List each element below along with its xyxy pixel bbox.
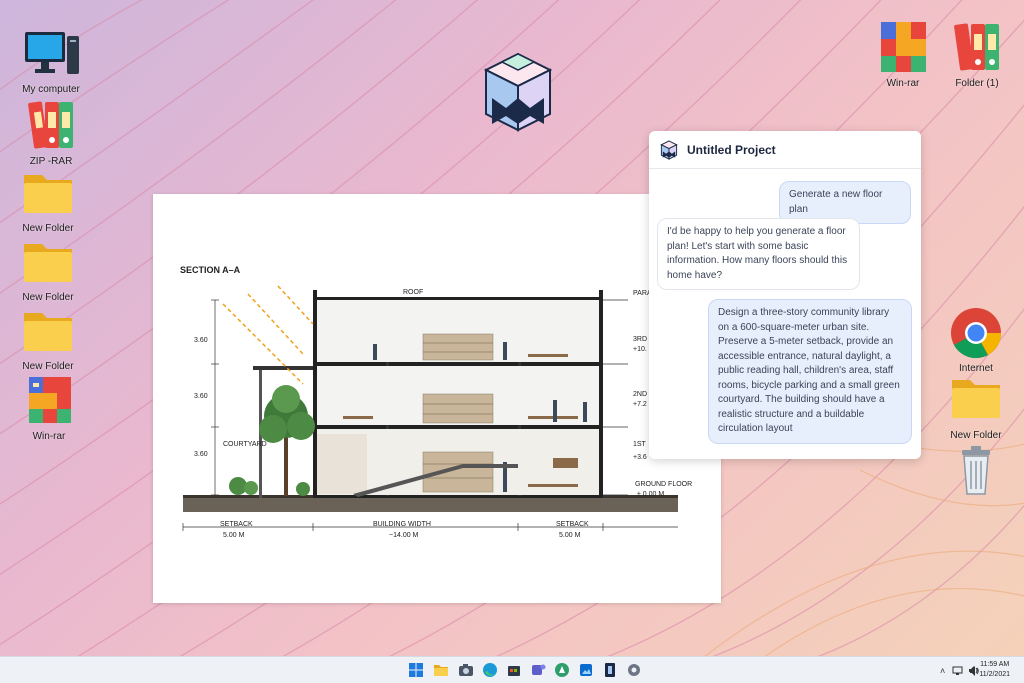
chat-panel[interactable]: Untitled Project Generate a new floor pl… (649, 131, 921, 459)
binders-icon (954, 23, 999, 71)
teams-icon[interactable] (529, 661, 547, 679)
chat-header: Untitled Project (649, 131, 921, 169)
setback-left-value: 5.00 M (223, 532, 245, 539)
roof-label: ROOF (403, 289, 424, 296)
binders-icon (28, 101, 73, 149)
height-dim-3: 3.60 (194, 337, 208, 344)
drawing-title: SECTION A–A (180, 265, 241, 275)
setback-right-label: SETBACK (556, 521, 589, 528)
folder-icon (24, 175, 72, 213)
chevron-up-icon[interactable]: ˄ (940, 666, 945, 676)
desktop-icon-new-folder-2[interactable]: New Folder (12, 234, 84, 304)
app-logo-icon (660, 139, 678, 160)
app-logo-icon (483, 52, 553, 132)
desktop-icon-new-folder-1[interactable]: New Folder (12, 165, 84, 235)
file-explorer-icon[interactable] (432, 661, 450, 679)
clock-time: 11:59 AM (980, 661, 1010, 668)
chat-message-assistant: I'd be happy to help you generate a floo… (657, 218, 860, 290)
chrome-icon (951, 308, 1002, 359)
chat-message-user: Design a three-story community library o… (708, 299, 912, 444)
height-dim-2: 3.60 (194, 393, 208, 400)
desktop-icon-folder-1[interactable]: Folder (1) (941, 20, 1013, 90)
clock-date: 11/2/2021 (979, 671, 1010, 678)
photos-icon[interactable] (577, 661, 595, 679)
maps-icon[interactable] (553, 661, 571, 679)
chat-title: Untitled Project (687, 142, 776, 157)
desktop-icon-label: Win-rar (886, 78, 920, 89)
height-dim-1: 3.60 (194, 451, 208, 458)
building-width-label: BUILDING WIDTH (373, 521, 431, 528)
desktop-icon-label: New Folder (950, 430, 1002, 441)
building-width-value: ~14.00 M (389, 532, 419, 539)
desktop-icon-label: Folder (1) (955, 78, 999, 89)
winrar-icon (29, 377, 71, 423)
second-floor-level: +7.2 (633, 401, 647, 408)
folder-icon (24, 313, 72, 351)
folder-icon (24, 244, 72, 282)
desktop-icon-recycle-bin[interactable] (940, 444, 1012, 502)
third-floor-level: +10. (633, 346, 647, 353)
desktop-icon-win-rar-right[interactable]: Win-rar (867, 20, 939, 90)
monitor-icon (25, 32, 79, 74)
network-icon[interactable] (952, 665, 963, 676)
trash-icon (962, 446, 990, 495)
windows-start-icon[interactable] (407, 661, 425, 679)
taskbar: ˄ 11:59 AM 11/2/2021 (0, 656, 1024, 683)
section-drawing-window[interactable]: SECTION A–A ROOF PARA 3RD +10. 2ND +7.2 … (153, 194, 721, 603)
desktop-icon-my-computer[interactable]: My computer (15, 26, 87, 96)
store-icon[interactable] (505, 661, 523, 679)
desktop-icon-zip-rar[interactable]: ZIP -RAR (15, 98, 87, 168)
setback-right-value: 5.00 M (559, 532, 581, 539)
ground-floor-level: ± 0.00 M (637, 491, 665, 498)
settings-icon[interactable] (625, 661, 643, 679)
winrar-icon (881, 22, 926, 72)
desktop-icon-win-rar[interactable]: Win-rar (13, 373, 85, 443)
clock[interactable]: 11:59 AM 11/2/2021 (979, 660, 1010, 680)
courtyard-label: COURTYARD (223, 441, 267, 448)
desktop-icon-label: My computer (22, 84, 80, 95)
desktop-icon-label: New Folder (22, 361, 74, 372)
first-floor-level: +3.6 (633, 454, 647, 461)
folder-icon (952, 380, 1000, 418)
app-active-icon[interactable] (601, 661, 619, 679)
desktop-icon-internet[interactable]: Internet (940, 305, 1012, 375)
camera-icon[interactable] (457, 661, 475, 679)
ground-floor-label: GROUND FLOOR (635, 481, 693, 488)
first-floor-label: 1ST (633, 441, 646, 448)
edge-icon[interactable] (481, 661, 499, 679)
second-floor-label: 2ND (633, 391, 648, 398)
setback-left-label: SETBACK (220, 521, 253, 528)
desktop-icon-new-folder-right[interactable]: New Folder (940, 372, 1012, 442)
desktop-icon-label: Win-rar (32, 431, 66, 442)
desktop-icon-new-folder-3[interactable]: New Folder (12, 303, 84, 373)
third-floor-label: 3RD (633, 336, 648, 343)
